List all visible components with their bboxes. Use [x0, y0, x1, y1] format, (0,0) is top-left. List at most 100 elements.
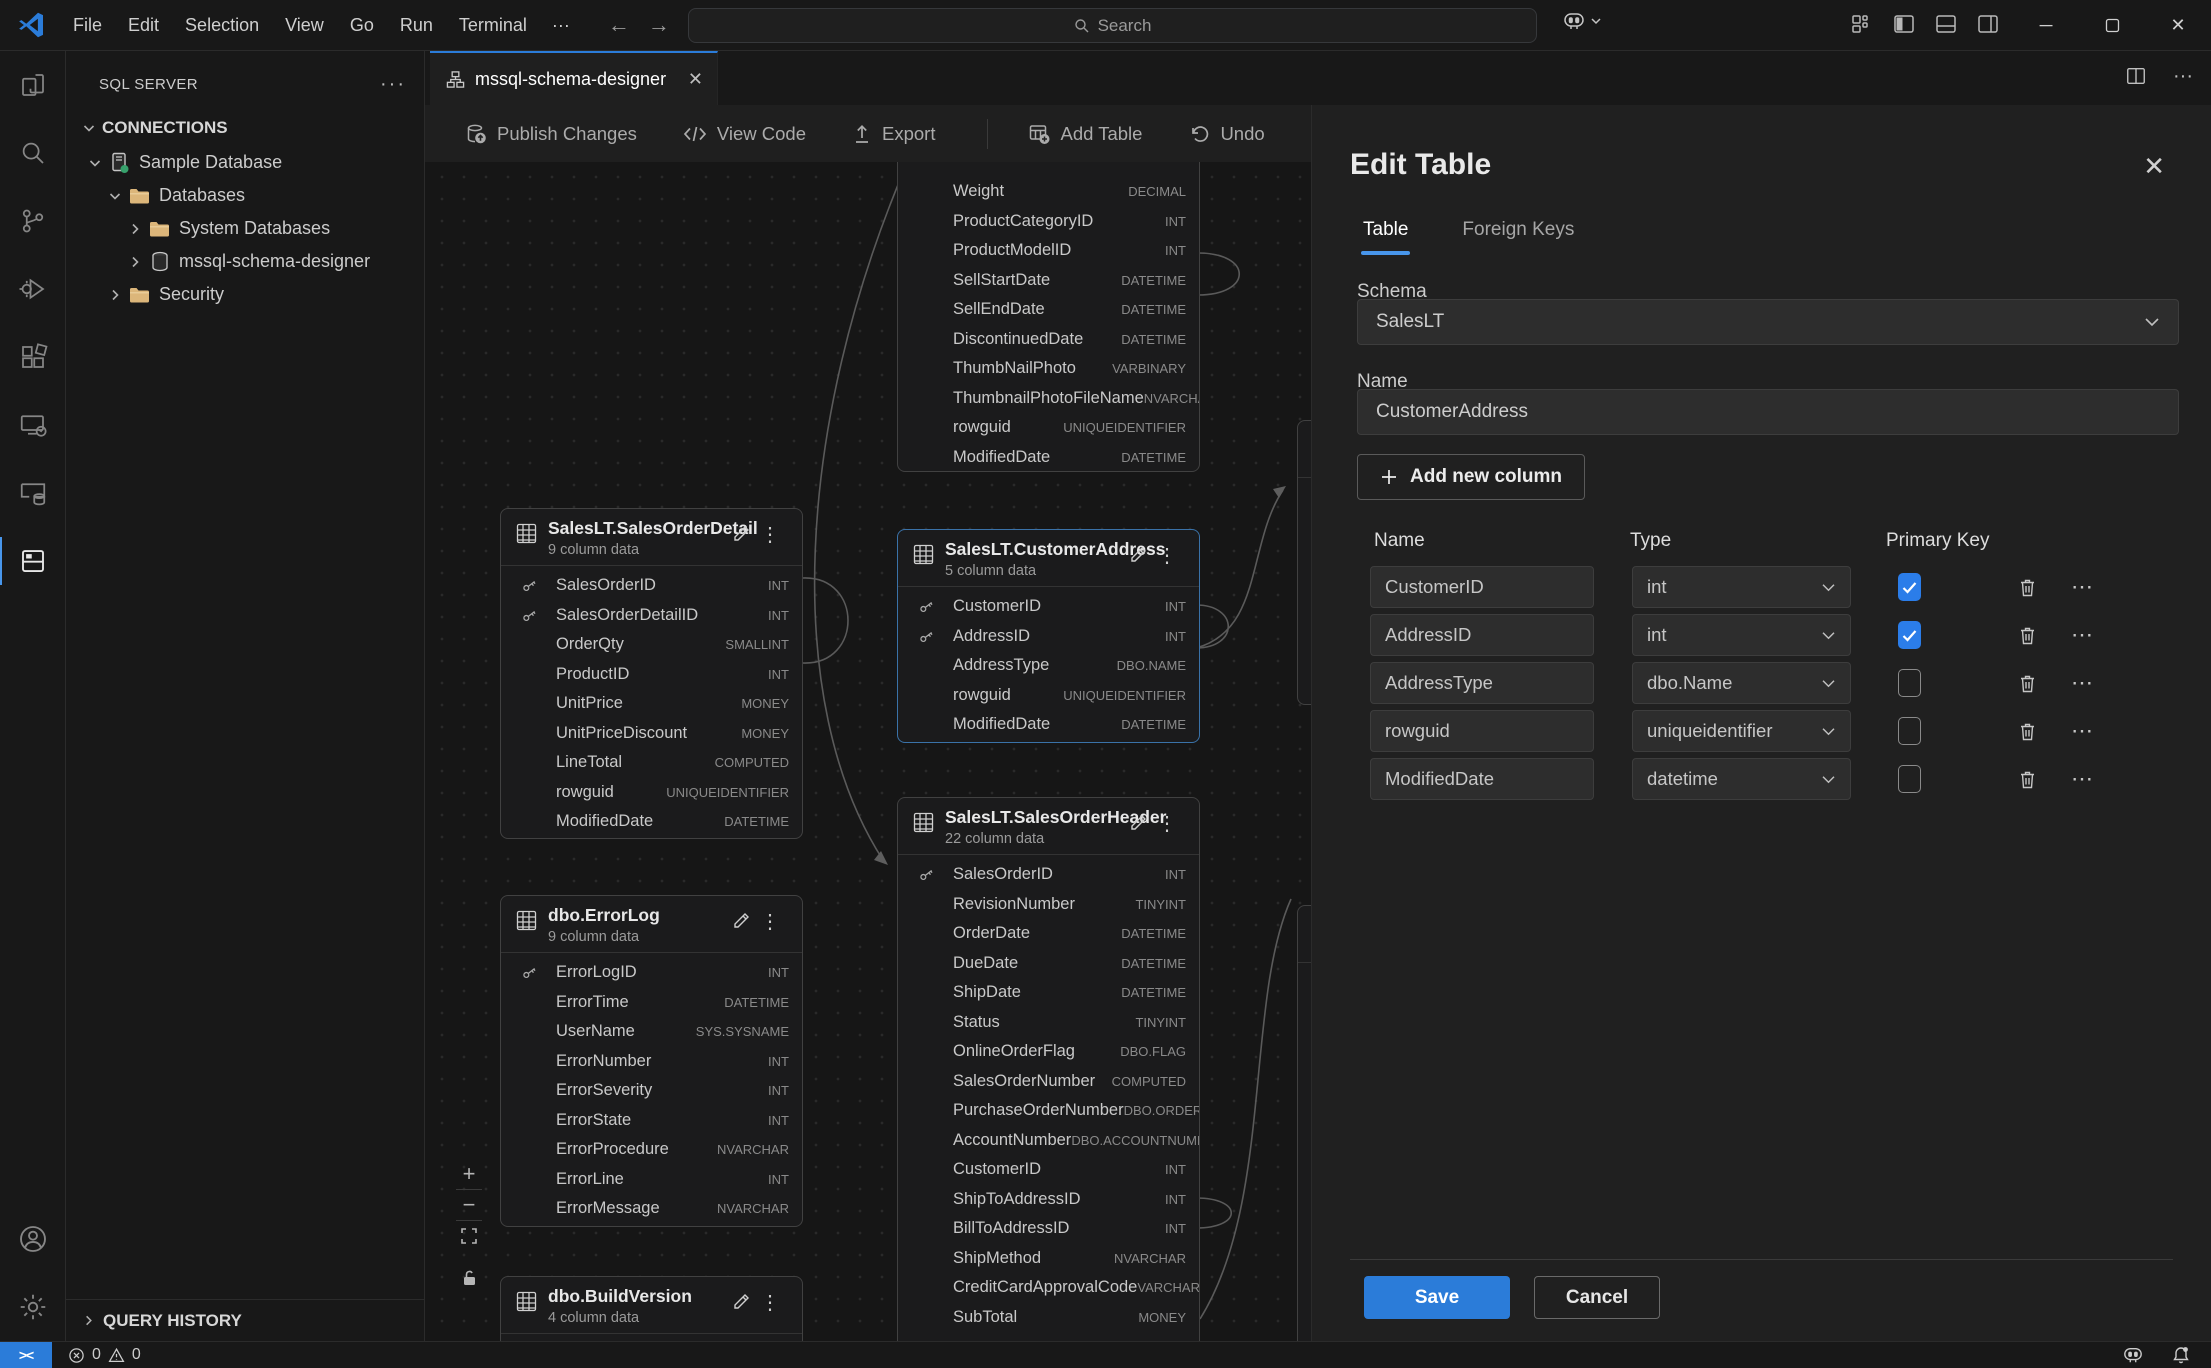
- menu-file[interactable]: File: [60, 9, 115, 42]
- delete-column-icon[interactable]: [2012, 614, 2042, 656]
- menu-overflow-button[interactable]: ···: [540, 9, 582, 42]
- problems-status[interactable]: 0 0: [68, 1346, 141, 1364]
- column-type-select[interactable]: int: [1632, 566, 1851, 608]
- menu-run[interactable]: Run: [387, 9, 446, 42]
- table-card-build-version[interactable]: dbo.BuildVersion4 column data⋮: [500, 1276, 803, 1341]
- export-button[interactable]: Export: [852, 123, 935, 145]
- tree-item-mssql-schema-designer[interactable]: mssql-schema-designer: [66, 245, 424, 278]
- table-card-menu-icon[interactable]: ⋮: [1157, 811, 1177, 836]
- table-name-input[interactable]: [1357, 389, 2179, 435]
- panel-close-icon[interactable]: ✕: [2143, 151, 2165, 182]
- sidebar-more-actions-button[interactable]: ···: [380, 73, 406, 96]
- tree-item-sample-database[interactable]: Sample Database: [66, 146, 424, 179]
- publish-changes-button[interactable]: Publish Changes: [465, 123, 637, 145]
- column-type-select[interactable]: dbo.Name: [1632, 662, 1851, 704]
- delete-column-icon[interactable]: [2012, 566, 2042, 608]
- tree-item-system-databases[interactable]: System Databases: [66, 212, 424, 245]
- delete-column-icon[interactable]: [2012, 758, 2042, 800]
- remote-indicator[interactable]: ><: [0, 1342, 52, 1368]
- schema-canvas[interactable]: WeightDECIMALProductCategoryIDINTProduct…: [425, 162, 1311, 1341]
- table-card-fragment-1[interactable]: [1297, 420, 1311, 705]
- primary-key-checkbox[interactable]: [1898, 573, 1921, 601]
- column-name-input[interactable]: ModifiedDate: [1370, 758, 1594, 800]
- column-type-select[interactable]: uniqueidentifier: [1632, 710, 1851, 752]
- table-card-sales-order-header[interactable]: SalesLT.SalesOrderHeader22 column data⋮S…: [897, 797, 1200, 1341]
- notifications-bell-icon[interactable]: [2171, 1345, 2191, 1365]
- column-name-input[interactable]: rowguid: [1370, 710, 1594, 752]
- nav-back-icon[interactable]: ←: [608, 12, 630, 38]
- undo-button[interactable]: Undo: [1188, 123, 1264, 145]
- tree-item-security[interactable]: Security: [66, 278, 424, 311]
- primary-key-checkbox[interactable]: [1898, 621, 1921, 649]
- menu-terminal[interactable]: Terminal: [446, 9, 540, 42]
- edit-table-pencil-icon[interactable]: [732, 1293, 750, 1311]
- add-table-button[interactable]: Add Table: [1028, 123, 1142, 145]
- column-name-input[interactable]: AddressType: [1370, 662, 1594, 704]
- menu-selection[interactable]: Selection: [172, 9, 272, 42]
- settings-gear-icon[interactable]: [0, 1273, 66, 1341]
- column-more-options-icon[interactable]: ⋯: [2067, 662, 2097, 704]
- table-card-menu-icon[interactable]: ⋮: [760, 909, 780, 934]
- column-more-options-icon[interactable]: ⋯: [2067, 758, 2097, 800]
- search-view-icon[interactable]: [0, 119, 66, 187]
- editor-more-actions-icon[interactable]: ···: [2173, 65, 2193, 88]
- fit-view-button[interactable]: [455, 1221, 483, 1251]
- command-center-search[interactable]: Search: [688, 8, 1537, 43]
- table-card-product-partial[interactable]: WeightDECIMALProductCategoryIDINTProduct…: [897, 162, 1200, 472]
- table-card-fragment-2[interactable]: [1297, 905, 1311, 1341]
- table-card-menu-icon[interactable]: ⋮: [760, 1290, 780, 1315]
- column-more-options-icon[interactable]: ⋯: [2067, 710, 2097, 752]
- table-card-sales-order-detail[interactable]: SalesLT.SalesOrderDetail9 column data⋮Sa…: [500, 508, 803, 839]
- add-new-column-button[interactable]: Add new column: [1357, 454, 1585, 500]
- column-name-input[interactable]: CustomerID: [1370, 566, 1594, 608]
- tab-close-icon[interactable]: ✕: [688, 69, 703, 90]
- save-button[interactable]: Save: [1364, 1276, 1510, 1319]
- zoom-out-button[interactable]: −: [455, 1190, 483, 1220]
- table-card-customer-address[interactable]: SalesLT.CustomerAddress5 column data⋮Cus…: [897, 529, 1200, 743]
- column-more-options-icon[interactable]: ⋯: [2067, 566, 2097, 608]
- table-card-error-log[interactable]: dbo.ErrorLog9 column data⋮ErrorLogIDINTE…: [500, 895, 803, 1227]
- edit-table-pencil-icon[interactable]: [732, 912, 750, 930]
- run-debug-icon[interactable]: [0, 255, 66, 323]
- delete-column-icon[interactable]: [2012, 662, 2042, 704]
- connections-section-header[interactable]: CONNECTIONS: [66, 112, 424, 144]
- tab-table[interactable]: Table: [1357, 211, 1414, 255]
- primary-key-checkbox[interactable]: [1898, 717, 1921, 745]
- sql-container-icon[interactable]: [0, 459, 66, 527]
- minimize-button[interactable]: ─: [2013, 0, 2079, 50]
- edit-table-pencil-icon[interactable]: [1129, 814, 1147, 832]
- tab-mssql-schema-designer[interactable]: mssql-schema-designer ✕: [430, 51, 718, 105]
- primary-key-checkbox[interactable]: [1898, 765, 1921, 793]
- remote-explorer-icon[interactable]: [0, 391, 66, 459]
- delete-column-icon[interactable]: [2012, 710, 2042, 752]
- maximize-button[interactable]: [2079, 0, 2145, 50]
- tree-item-databases[interactable]: Databases: [66, 179, 424, 212]
- copilot-menu-button[interactable]: [1562, 10, 1602, 32]
- extensions-icon[interactable]: [0, 323, 66, 391]
- view-code-button[interactable]: View Code: [683, 123, 806, 145]
- column-name-input[interactable]: AddressID: [1370, 614, 1594, 656]
- split-editor-icon[interactable]: [2125, 65, 2147, 88]
- toggle-primary-sidebar-icon[interactable]: [1892, 12, 1916, 36]
- table-card-menu-icon[interactable]: ⋮: [760, 522, 780, 547]
- table-card-menu-icon[interactable]: ⋮: [1157, 543, 1177, 568]
- customize-layout-icon[interactable]: [1850, 12, 1874, 36]
- cancel-button[interactable]: Cancel: [1534, 1276, 1660, 1319]
- column-more-options-icon[interactable]: ⋯: [2067, 614, 2097, 656]
- edit-table-pencil-icon[interactable]: [1129, 546, 1147, 564]
- lock-toggle-button[interactable]: [455, 1263, 483, 1293]
- primary-key-checkbox[interactable]: [1898, 669, 1921, 697]
- schema-designer-icon[interactable]: [0, 527, 66, 595]
- accounts-icon[interactable]: [0, 1205, 66, 1273]
- toggle-secondary-sidebar-icon[interactable]: [1976, 12, 2000, 36]
- source-control-icon[interactable]: [0, 187, 66, 255]
- query-history-section-header[interactable]: QUERY HISTORY: [66, 1299, 424, 1341]
- nav-forward-icon[interactable]: →: [648, 12, 670, 38]
- column-type-select[interactable]: datetime: [1632, 758, 1851, 800]
- menu-go[interactable]: Go: [337, 9, 387, 42]
- tab-foreign-keys[interactable]: Foreign Keys: [1456, 211, 1580, 255]
- edit-table-pencil-icon[interactable]: [732, 525, 750, 543]
- menu-edit[interactable]: Edit: [115, 9, 172, 42]
- column-type-select[interactable]: int: [1632, 614, 1851, 656]
- menu-view[interactable]: View: [272, 9, 337, 42]
